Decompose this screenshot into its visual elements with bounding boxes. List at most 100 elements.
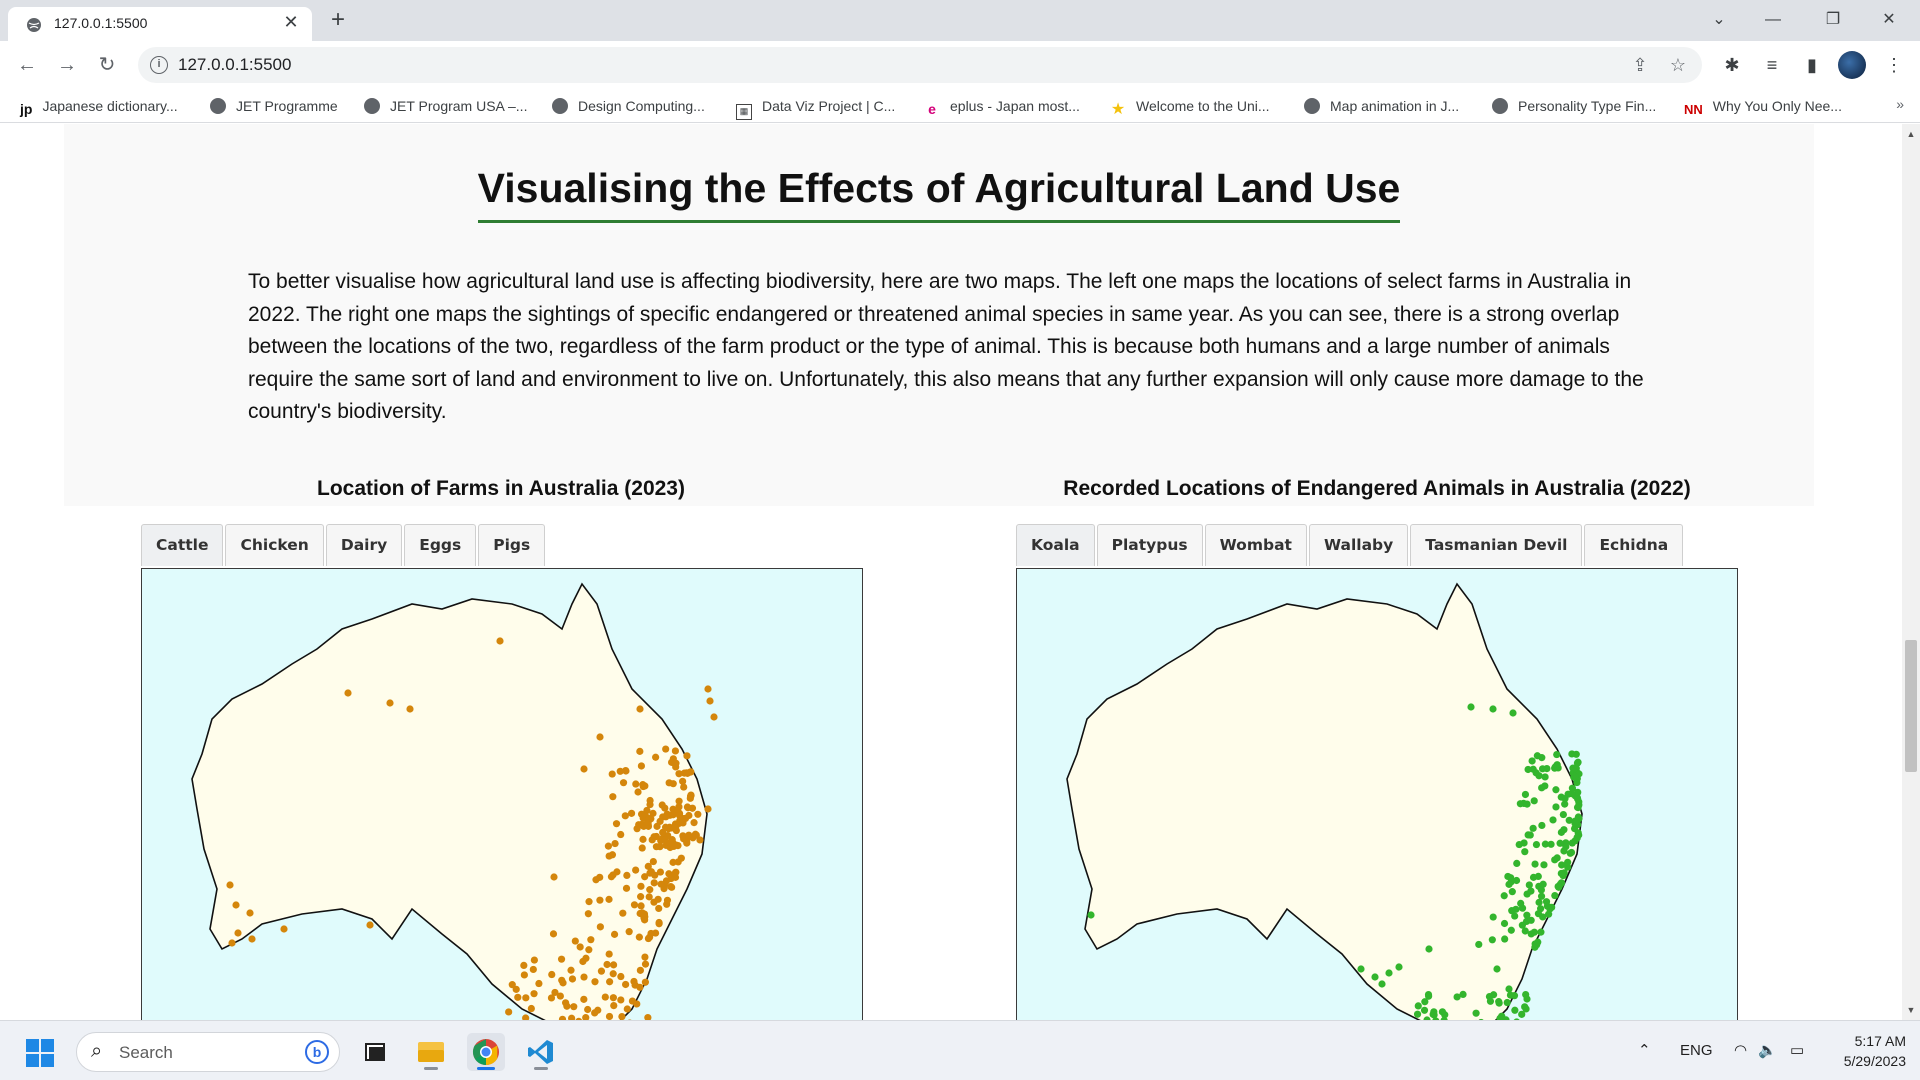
farm-dot (667, 882, 675, 891)
animal-dot (1087, 911, 1095, 919)
farm-dot (529, 965, 537, 974)
address-bar[interactable]: i 127.0.0.1:5500 ⇪ ☆ (138, 47, 1702, 83)
bookmark-item[interactable]: JET Programme (210, 96, 338, 116)
animal-dot (1552, 786, 1560, 794)
tab-koala[interactable]: Koala (1016, 524, 1095, 566)
file-explorer-icon[interactable] (412, 1033, 450, 1071)
share-icon[interactable]: ⇪ (1628, 53, 1652, 77)
bookmark-item[interactable]: NN Why You Only Nee... (1684, 96, 1842, 117)
australia-landmass (1066, 582, 1583, 1020)
tab-tasmanian-devil[interactable]: Tasmanian Devil (1410, 524, 1583, 566)
farm-dot (661, 835, 669, 844)
farm-dot (650, 879, 658, 887)
farm-dot (582, 954, 590, 962)
bookmarks-bar: jp Japanese dictionary... JET Programme J… (0, 89, 1920, 123)
close-window-icon[interactable]: ✕ (1866, 4, 1912, 36)
tab-wombat[interactable]: Wombat (1204, 524, 1307, 566)
farm-dot (520, 961, 528, 969)
back-icon[interactable]: ← (12, 50, 42, 80)
bookmark-item[interactable]: Design Computing... (552, 96, 705, 116)
tab-echidna[interactable]: Echidna (1584, 524, 1684, 566)
bookmark-item[interactable]: ★ Welcome to the Uni... (1110, 96, 1270, 118)
farm-dot (584, 1005, 592, 1014)
animal-dot (1516, 800, 1524, 808)
side-panel-icon[interactable]: ▮ (1800, 53, 1824, 77)
globe-icon (552, 98, 568, 114)
profile-avatar[interactable] (1838, 51, 1866, 79)
farm-dot (609, 970, 617, 978)
minimize-icon[interactable]: — (1750, 4, 1796, 36)
farm-dot (610, 930, 619, 938)
farm-dot (646, 886, 654, 894)
farm-dot (406, 705, 414, 713)
farms-map-svg[interactable] (142, 569, 863, 1020)
farm-dot (610, 1002, 618, 1010)
farm-dot (685, 831, 693, 839)
bookmark-item[interactable]: e eplus - Japan most... (924, 96, 1080, 117)
bookmark-star-icon[interactable]: ☆ (1666, 53, 1690, 77)
animals-map[interactable] (1016, 568, 1738, 1020)
farm-dot (601, 993, 609, 1001)
browser-tab[interactable]: 127.0.0.1:5500 ✕ (8, 7, 312, 41)
chrome-icon[interactable] (467, 1033, 505, 1071)
tab-eggs[interactable]: Eggs (404, 524, 477, 566)
volume-icon[interactable]: 🔈 (1758, 1041, 1777, 1061)
bookmark-item[interactable]: JET Program USA –... (364, 96, 527, 116)
show-hidden-icons[interactable]: ⌃ (1638, 1041, 1651, 1061)
scroll-up-icon[interactable]: ▲ (1902, 126, 1920, 142)
farm-dot (671, 747, 680, 755)
animal-dot (1430, 1011, 1438, 1019)
menu-icon[interactable]: ⋮ (1882, 53, 1906, 77)
restore-icon[interactable]: ❐ (1810, 4, 1856, 36)
site-info-icon[interactable]: i (150, 56, 168, 74)
reading-list-icon[interactable]: ≡ (1760, 53, 1784, 77)
tab-search-icon[interactable]: ⌄ (1696, 4, 1742, 36)
tab-cattle[interactable]: Cattle (141, 524, 224, 566)
bookmark-item[interactable]: jp Japanese dictionary... (20, 96, 178, 117)
animal-dot (1552, 803, 1560, 811)
close-tab-icon[interactable]: ✕ (280, 11, 302, 33)
farm-dot (692, 831, 700, 839)
scroll-down-icon[interactable]: ▼ (1902, 1002, 1920, 1018)
farm-dot (639, 835, 647, 843)
task-view-icon[interactable] (356, 1033, 394, 1071)
bookmark-item[interactable]: ▦ Data Viz Project | C... (736, 96, 895, 120)
farm-dot (596, 923, 604, 931)
more-bookmarks-icon[interactable]: » (1896, 96, 1904, 112)
system-clock[interactable]: 5:17 AM 5/29/2023 (1826, 1031, 1906, 1071)
language-indicator[interactable]: ENG (1680, 1041, 1713, 1061)
tab-chicken[interactable]: Chicken (225, 524, 324, 566)
animals-map-svg[interactable] (1017, 569, 1738, 1020)
url-text[interactable]: 127.0.0.1:5500 (178, 55, 291, 75)
farm-dot (662, 745, 670, 753)
reload-icon[interactable]: ↻ (92, 50, 122, 80)
tab-platypus[interactable]: Platypus (1096, 524, 1203, 566)
taskbar-search[interactable]: ⌕ Search b (76, 1032, 340, 1072)
windows-start-icon[interactable] (26, 1039, 54, 1067)
wifi-icon[interactable]: ◠ (1734, 1041, 1747, 1061)
extensions-icon[interactable]: ✱ (1720, 53, 1744, 77)
bookmark-item[interactable]: Personality Type Fin... (1492, 96, 1656, 116)
bing-icon[interactable]: b (305, 1040, 329, 1064)
vscode-icon[interactable] (522, 1033, 560, 1071)
tab-pigs[interactable]: Pigs (478, 524, 546, 566)
new-tab-icon[interactable]: + (324, 6, 352, 34)
farm-dot (344, 689, 352, 697)
farm-dot (585, 898, 593, 906)
scroll-thumb[interactable] (1905, 640, 1917, 772)
tab-wallaby[interactable]: Wallaby (1308, 524, 1409, 566)
animal-dot (1529, 873, 1538, 881)
animal-dot (1517, 899, 1525, 908)
page-scrollbar[interactable]: ▲ ▼ (1902, 124, 1920, 1020)
farm-dot (226, 881, 234, 889)
battery-icon[interactable]: ▭ (1790, 1041, 1804, 1061)
bookmark-item[interactable]: Map animation in J... (1304, 96, 1459, 116)
farms-tab-bar: Cattle Chicken Dairy Eggs Pigs (141, 524, 547, 566)
tab-dairy[interactable]: Dairy (325, 524, 403, 566)
farm-dot (621, 812, 629, 820)
tab-title: 127.0.0.1:5500 (54, 15, 148, 31)
farms-map[interactable] (141, 568, 863, 1020)
farm-dot (669, 780, 677, 788)
forward-icon[interactable]: → (52, 50, 82, 80)
farm-dot (688, 804, 697, 812)
